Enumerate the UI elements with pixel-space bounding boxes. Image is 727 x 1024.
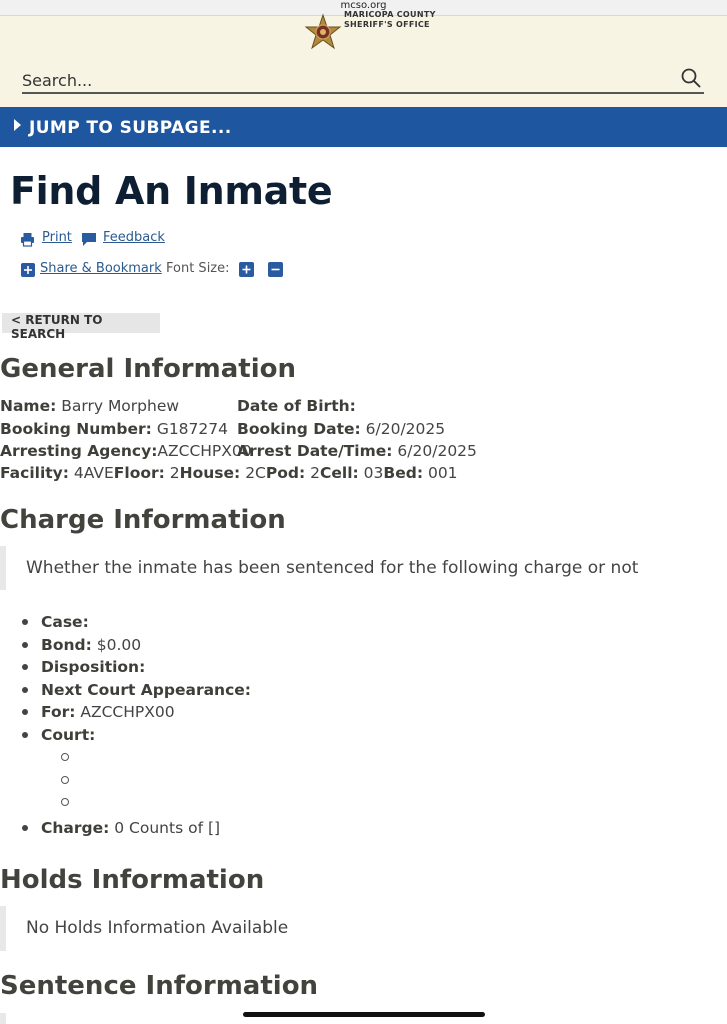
font-increase-icon[interactable]: [239, 262, 254, 277]
holds-note-text: No Holds Information Available: [26, 918, 289, 938]
bullet-icon: [22, 824, 28, 831]
arrest-date-label: Arrest Date/Time:: [237, 442, 393, 460]
dob-label: Date of Birth:: [237, 397, 356, 415]
pod-value: 2: [310, 464, 320, 482]
bullet-icon: [22, 664, 28, 670]
list-item-case: Case:: [0, 611, 727, 634]
search-input[interactable]: [22, 69, 662, 91]
logo-line-1: MARICOPA COUNTY: [344, 10, 436, 19]
dob-field: Date of Birth:: [237, 397, 356, 415]
logo-wordmark: MARICOPA COUNTY SHERIFF'S OFFICE: [344, 10, 436, 30]
cell-value: 03: [363, 464, 384, 482]
search-icon[interactable]: [680, 67, 702, 89]
booking-date-field: Booking Date: 6/20/2025: [237, 420, 445, 438]
jump-to-subpage-bar[interactable]: JUMP TO SUBPAGE...: [0, 107, 727, 147]
facility-value: 4AVE: [73, 464, 114, 482]
page-title: Find An Inmate: [10, 169, 333, 213]
booking-number-label: Booking Number:: [0, 420, 152, 438]
feedback-link[interactable]: Feedback: [103, 230, 165, 245]
floor-value: 2: [169, 464, 180, 482]
font-decrease-icon[interactable]: [268, 262, 283, 277]
feedback-icon[interactable]: [81, 232, 97, 247]
bullet-icon: [22, 641, 28, 648]
info-row-booking: Booking Number: G187274 Booking Date: 6/…: [0, 420, 727, 440]
cell-label: Cell:: [320, 464, 359, 482]
name-label: Name:: [0, 397, 57, 415]
caret-right-icon: [14, 119, 21, 131]
empty-sub-bullet-icon: [61, 752, 69, 761]
bullet-icon: [22, 731, 28, 738]
search-bar: [22, 66, 704, 94]
bond-value: $0.00: [96, 635, 142, 654]
arresting-agency-field: Arresting Agency:AZCCHPX00: [0, 442, 252, 460]
list-item-bond: Bond: $0.00: [0, 634, 727, 657]
bed-label: Bed:: [383, 464, 424, 482]
arrest-date-value: 6/20/2025: [397, 442, 477, 460]
print-icon[interactable]: [20, 232, 35, 247]
bullet-icon: [22, 619, 28, 625]
info-row-location: Facility: 4AVEFloor: 2House: 2CPod: 2Cel…: [0, 464, 727, 484]
booking-date-value: 6/20/2025: [365, 420, 446, 438]
font-size-label: Font Size:: [166, 261, 230, 276]
facility-label: Facility:: [0, 464, 69, 482]
arrest-date-field: Arrest Date/Time: 6/20/2025: [237, 442, 477, 460]
charge-label: Charge:: [41, 818, 110, 837]
bed-value: 001: [427, 464, 458, 482]
house-label: House:: [179, 464, 241, 482]
share-plus-icon[interactable]: [21, 263, 35, 277]
general-information-heading: General Information: [0, 354, 296, 384]
list-item-next-court: Next Court Appearance:: [0, 679, 727, 702]
return-to-search-button[interactable]: < RETURN TO SEARCH: [2, 313, 160, 341]
bond-label: Bond:: [41, 635, 92, 654]
list-item-charge: Charge: 0 Counts of []: [0, 817, 727, 840]
bullet-icon: [22, 686, 28, 693]
house-value: 2C: [245, 464, 266, 482]
booking-date-label: Booking Date:: [237, 420, 361, 438]
logo-line-2: SHERIFF'S OFFICE: [344, 20, 430, 29]
case-label: Case:: [41, 613, 89, 631]
charge-note: Whether the inmate has been sentenced fo…: [0, 546, 727, 590]
charge-information-heading: Charge Information: [0, 505, 286, 535]
empty-sub-bullet-icon: [61, 775, 69, 784]
print-link[interactable]: Print: [42, 230, 72, 245]
sheriff-badge-logo[interactable]: [302, 12, 344, 54]
list-item-for: For: AZCCHPX00: [0, 701, 727, 724]
for-value: AZCCHPX00: [80, 703, 175, 721]
name-field: Name: Barry Morphew: [0, 397, 179, 415]
sentence-information-heading: Sentence Information: [0, 971, 319, 1001]
name-value: Barry Morphew: [61, 397, 180, 415]
site-header: MARICOPA COUNTY SHERIFF'S OFFICE: [0, 10, 727, 107]
info-row-name: Name: Barry Morphew Date of Birth:: [0, 397, 727, 417]
jump-to-subpage-label: JUMP TO SUBPAGE...: [29, 118, 232, 138]
charge-note-text: Whether the inmate has been sentenced fo…: [26, 558, 639, 578]
empty-sub-bullet-icon: [61, 797, 69, 806]
list-item-court: Court:: [0, 724, 727, 814]
location-fields: Facility: 4AVEFloor: 2House: 2CPod: 2Cel…: [0, 464, 458, 482]
list-item-disposition: Disposition:: [0, 656, 727, 679]
pod-label: Pod:: [265, 464, 306, 482]
holds-note: No Holds Information Available: [0, 906, 727, 951]
court-label: Court:: [41, 725, 96, 744]
charge-list: Case: Bond: $0.00 Disposition: Next Cour…: [0, 611, 727, 839]
floor-label: Floor:: [113, 464, 165, 482]
for-label: For:: [41, 703, 76, 721]
next-court-label: Next Court Appearance:: [41, 680, 251, 699]
charge-value: 0 Counts of []: [114, 818, 221, 837]
booking-number-value: G187274: [156, 420, 228, 438]
booking-number-field: Booking Number: G187274: [0, 420, 228, 438]
arresting-agency-label: Arresting Agency:: [0, 442, 158, 460]
info-row-arrest: Arresting Agency:AZCCHPX00 Arrest Date/T…: [0, 442, 727, 462]
holds-information-heading: Holds Information: [0, 865, 265, 895]
home-indicator[interactable]: [243, 1012, 485, 1017]
bullet-icon: [22, 709, 28, 715]
share-bookmark-link[interactable]: Share & Bookmark: [40, 261, 162, 276]
disposition-label: Disposition:: [41, 658, 146, 676]
